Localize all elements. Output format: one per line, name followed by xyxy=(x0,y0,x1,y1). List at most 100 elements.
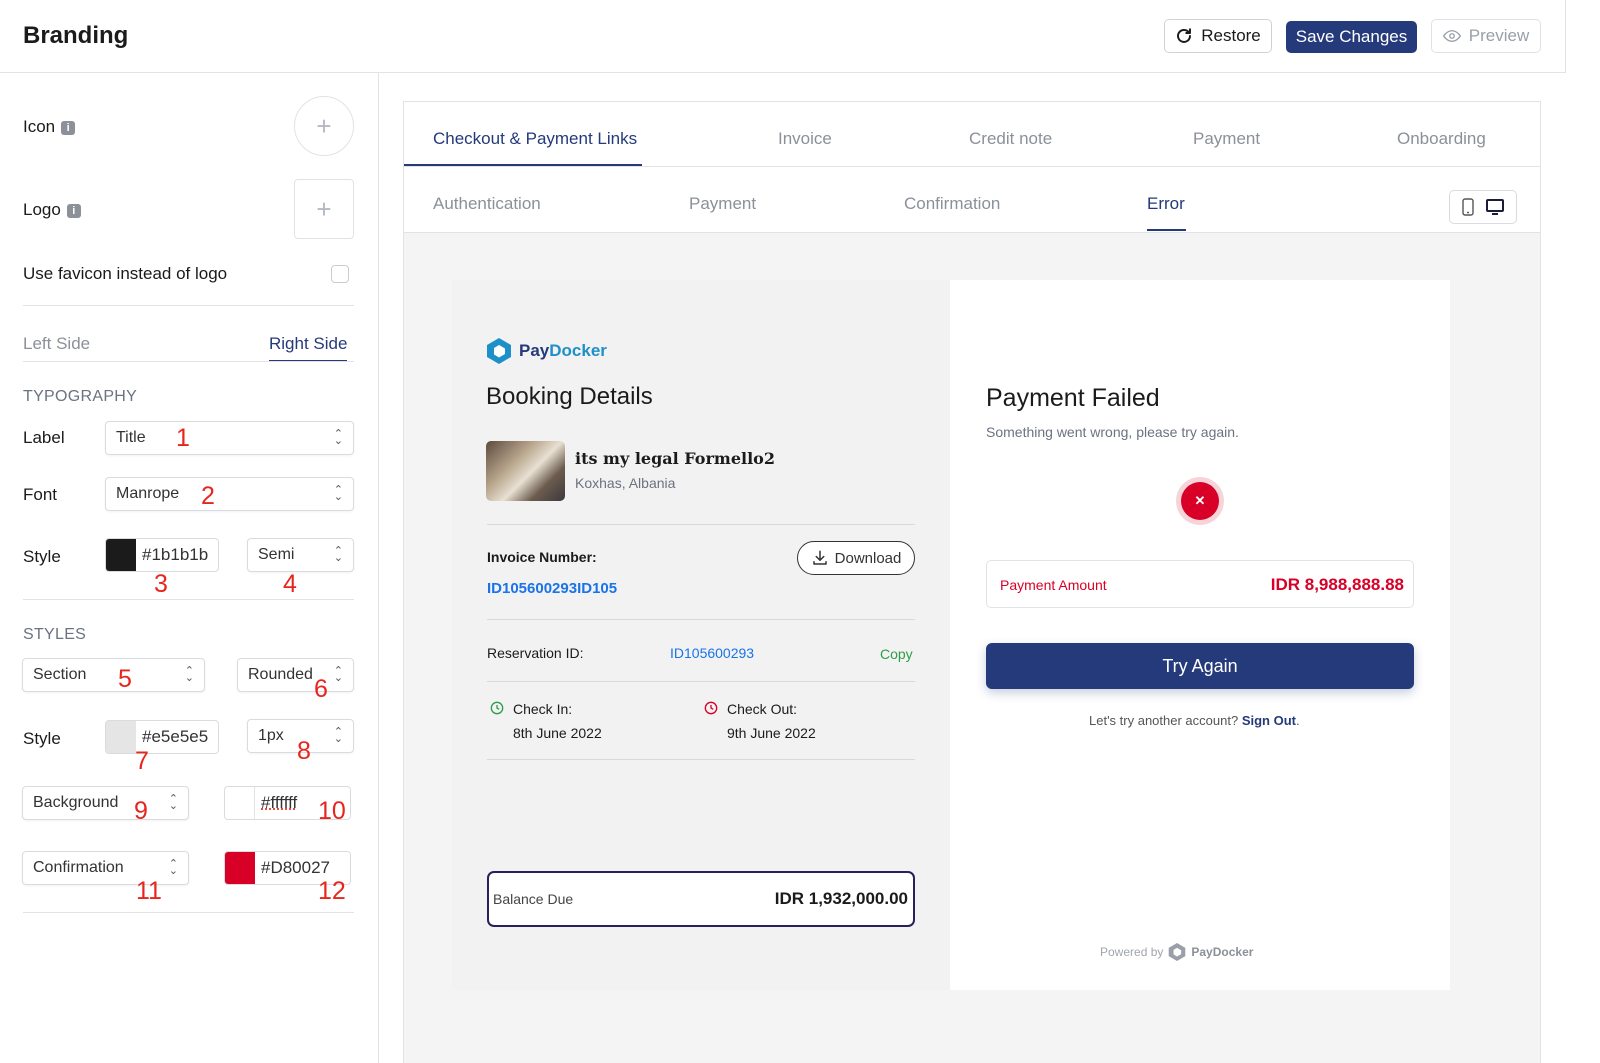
marker-11: 11 xyxy=(136,877,162,905)
save-changes-button[interactable]: Save Changes xyxy=(1286,21,1417,53)
error-badge: ✕ xyxy=(1176,477,1224,525)
balance-label: Balance Due xyxy=(493,891,574,907)
powered-by-footer: Powered by PayDocker xyxy=(1100,942,1253,962)
confirmation-select[interactable]: Confirmation ⌃ ⌄ xyxy=(22,851,189,885)
payment-amount-value: IDR 8,988,888.88 xyxy=(1270,575,1404,594)
payment-amount-box: Payment Amount IDR 8,988,888.88 xyxy=(986,560,1414,608)
divider xyxy=(23,912,354,913)
info-icon[interactable]: i xyxy=(66,203,81,218)
check-in-label: Check In: xyxy=(513,701,573,717)
preview-button[interactable]: Preview xyxy=(1431,19,1541,53)
shape-select[interactable]: Rounded ⌃ ⌄ xyxy=(237,658,354,692)
styles-heading: STYLES xyxy=(23,626,87,643)
divider xyxy=(487,759,915,760)
background-color-swatch[interactable] xyxy=(225,787,255,819)
subtab-error[interactable]: Error xyxy=(1147,194,1185,214)
style2-field-label: Style xyxy=(23,729,61,748)
reservation-value: ID105600293 xyxy=(670,645,755,661)
marker-10: 10 xyxy=(318,797,346,825)
preview-label: Preview xyxy=(1468,26,1530,45)
invoice-number-label: Invoice Number: xyxy=(487,549,597,565)
restore-button[interactable]: Restore xyxy=(1164,19,1272,53)
chevron-up-down-icon: ⌃ ⌄ xyxy=(333,484,343,503)
tab-left-side[interactable]: Left Side xyxy=(23,334,90,354)
tab-checkout-payment-links[interactable]: Checkout & Payment Links xyxy=(433,129,637,149)
mobile-icon[interactable] xyxy=(1462,198,1474,216)
divider xyxy=(23,599,354,600)
check-out-date: 9th June 2022 xyxy=(727,725,816,741)
marker-1: 1 xyxy=(176,424,190,452)
desktop-icon[interactable] xyxy=(1486,199,1504,215)
download-button[interactable]: Download xyxy=(797,541,915,575)
marker-8: 8 xyxy=(297,737,311,765)
try-again-button[interactable]: Try Again xyxy=(986,643,1414,689)
paydocker-logo-icon xyxy=(487,338,511,364)
border-color-picker[interactable]: #e5e5e5 xyxy=(105,720,219,754)
marker-7: 7 xyxy=(135,747,149,775)
tab-onboarding[interactable]: Onboarding xyxy=(1397,129,1486,149)
subtab-confirmation[interactable]: Confirmation xyxy=(904,194,1000,214)
subtab-authentication[interactable]: Authentication xyxy=(433,194,541,214)
payment-amount-label: Payment Amount xyxy=(1000,577,1107,593)
divider xyxy=(487,619,915,620)
font-select[interactable]: Manrope ⌃ ⌄ xyxy=(105,477,354,511)
check-out-label: Check Out: xyxy=(727,701,798,717)
check-in-date: 8th June 2022 xyxy=(513,725,602,741)
balance-due-box: Balance Due IDR 1,932,000.00 xyxy=(487,871,915,927)
another-account-text: Let's try another account? Sign Out. xyxy=(1089,713,1300,728)
plus-icon: + xyxy=(316,110,332,141)
icon-row-label: Icon i xyxy=(23,117,76,137)
payment-failed-subtitle: Something went wrong, please try again. xyxy=(986,424,1239,440)
booking-title: Booking Details xyxy=(486,383,653,410)
text-color-picker[interactable]: #1b1b1b xyxy=(105,538,219,572)
tab-payment[interactable]: Payment xyxy=(1193,129,1260,149)
device-toggle[interactable] xyxy=(1449,190,1517,224)
subtab-payment[interactable]: Payment xyxy=(689,194,756,214)
confirmation-color-swatch[interactable] xyxy=(225,852,255,884)
clock-icon xyxy=(704,701,718,715)
property-location: Koxhas, Albania xyxy=(575,475,676,491)
chevron-up-down-icon: ⌃ ⌄ xyxy=(168,793,178,812)
style-field-label: Style xyxy=(23,547,61,566)
label-field-label: Label xyxy=(23,428,65,447)
tab-right-side[interactable]: Right Side xyxy=(269,334,348,362)
page-title: Branding xyxy=(23,22,129,49)
logo-row-label: Logo i xyxy=(23,200,81,220)
info-icon[interactable]: i xyxy=(61,120,76,135)
payment-failed-title: Payment Failed xyxy=(986,384,1160,412)
favicon-checkbox[interactable] xyxy=(331,265,349,283)
marker-6: 6 xyxy=(314,675,328,703)
property-image xyxy=(486,441,565,501)
sign-out-link[interactable]: Sign Out xyxy=(1242,713,1296,728)
divider xyxy=(23,305,354,306)
chevron-up-down-icon: ⌃ ⌄ xyxy=(333,726,343,745)
active-subtab-indicator xyxy=(1147,229,1186,231)
balance-value: IDR 1,932,000.00 xyxy=(774,889,908,908)
font-field-label: Font xyxy=(23,485,58,504)
divider xyxy=(404,166,1540,167)
invoice-number-value[interactable]: ID105600293ID105 xyxy=(487,580,617,597)
tab-credit-note[interactable]: Credit note xyxy=(969,129,1052,149)
copy-button[interactable]: Copy xyxy=(880,646,913,662)
download-icon xyxy=(812,550,827,565)
chevron-up-down-icon: ⌃ ⌄ xyxy=(168,858,178,877)
tab-invoice[interactable]: Invoice xyxy=(778,129,832,149)
border-color-swatch[interactable] xyxy=(106,721,136,753)
label-select[interactable]: Title ⌃ ⌄ xyxy=(105,421,354,455)
brand-logo: PayDocker xyxy=(486,337,607,365)
section-select[interactable]: Section ⌃ ⌄ xyxy=(22,658,205,692)
plus-icon: + xyxy=(316,193,332,224)
typography-heading: TYPOGRAPHY xyxy=(23,388,138,405)
font-weight-select[interactable]: Semi ⌃ ⌄ xyxy=(247,538,354,572)
marker-4: 4 xyxy=(283,570,297,598)
divider xyxy=(487,681,915,682)
text-color-swatch[interactable] xyxy=(106,539,136,571)
background-select[interactable]: Background ⌃ ⌄ xyxy=(22,786,189,820)
logo-upload-button[interactable]: + xyxy=(294,179,354,239)
divider xyxy=(487,524,915,525)
favicon-label: Use favicon instead of logo xyxy=(23,264,228,283)
chevron-up-down-icon: ⌃ ⌄ xyxy=(333,665,343,684)
marker-9: 9 xyxy=(134,797,148,825)
icon-upload-button[interactable]: + xyxy=(294,96,354,156)
paydocker-logo-icon xyxy=(1169,943,1186,961)
